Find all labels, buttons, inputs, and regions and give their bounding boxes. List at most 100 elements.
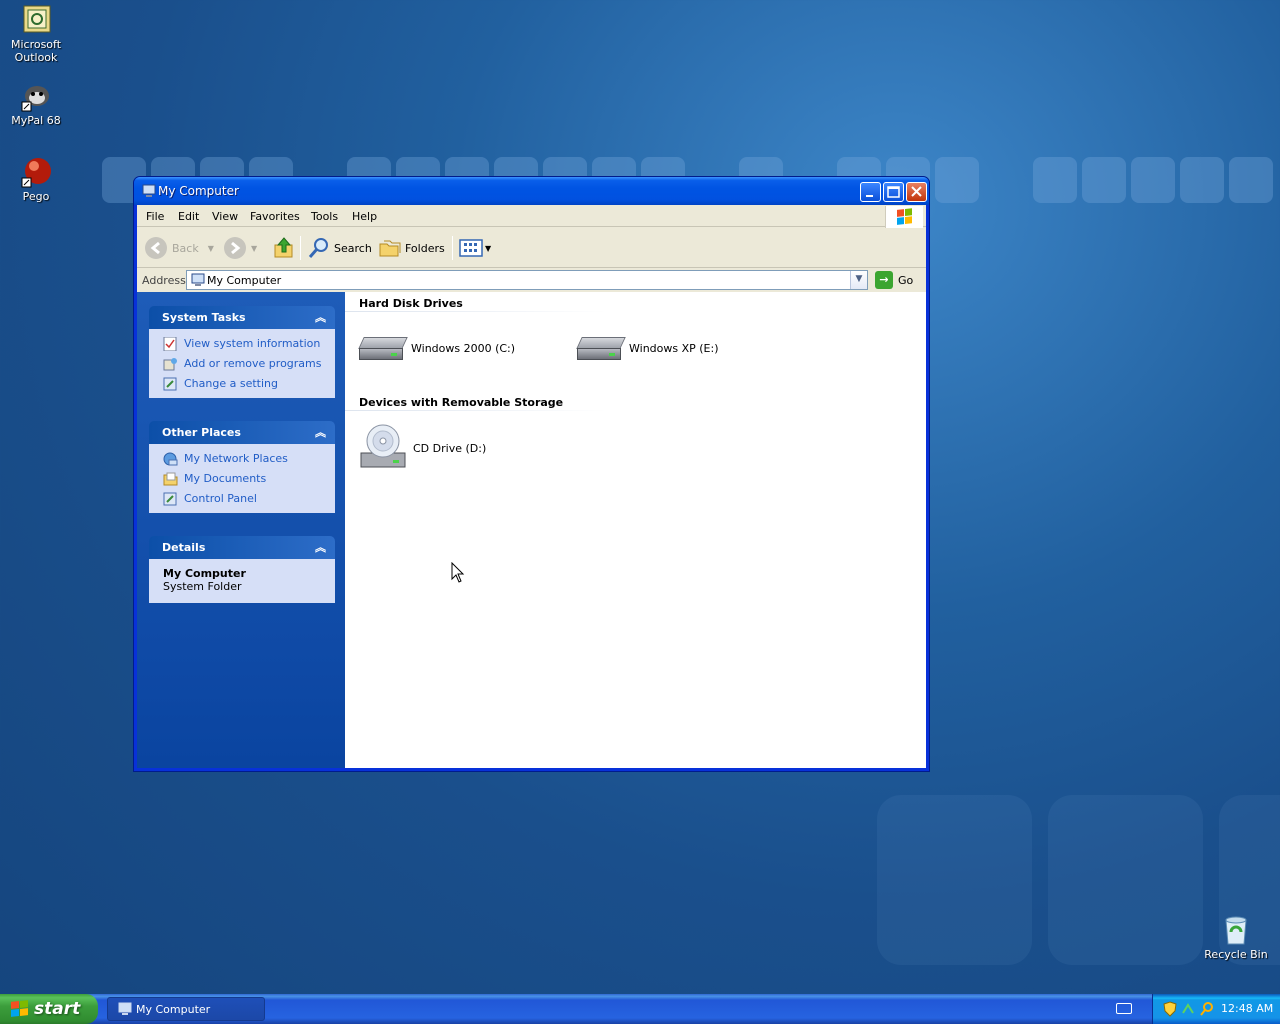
place-my-network-places[interactable]: My Network Places bbox=[149, 449, 335, 469]
minimize-button[interactable] bbox=[860, 182, 881, 202]
address-value: My Computer bbox=[207, 274, 282, 287]
maximize-button[interactable] bbox=[883, 182, 904, 202]
desktop-icon-outlook[interactable]: Microsoft Outlook bbox=[0, 4, 72, 64]
pego-icon bbox=[20, 156, 52, 188]
menu-favorites[interactable]: Favorites bbox=[250, 210, 300, 223]
back-arrow-icon bbox=[145, 237, 167, 259]
clock[interactable]: 12:48 AM bbox=[1221, 1002, 1273, 1015]
task-label: View system information bbox=[184, 337, 321, 350]
panel-title: System Tasks bbox=[162, 311, 246, 324]
system-tray: 12:48 AM bbox=[1152, 994, 1280, 1024]
taskbar-window-label: My Computer bbox=[136, 1003, 211, 1016]
drive-label: Windows XP (E:) bbox=[629, 341, 719, 355]
drive-label: CD Drive (D:) bbox=[413, 441, 487, 455]
mouse-cursor-icon bbox=[451, 562, 465, 583]
up-folder-icon bbox=[274, 237, 293, 258]
chevron-down-icon: ▼ bbox=[251, 243, 258, 253]
chevron-up-icon[interactable]: ︽ bbox=[315, 309, 326, 325]
menu-file[interactable]: File bbox=[146, 210, 164, 223]
menu-edit[interactable]: Edit bbox=[178, 210, 199, 223]
go-arrow-icon: → bbox=[875, 271, 893, 289]
computer-icon bbox=[118, 1002, 132, 1015]
hard-drive-icon bbox=[358, 333, 408, 363]
cd-drive-icon bbox=[360, 424, 406, 468]
folders-button[interactable]: Folders bbox=[378, 235, 445, 261]
chevron-down-icon: ▼ bbox=[855, 274, 863, 284]
search-button[interactable]: Search bbox=[307, 235, 372, 261]
close-button[interactable] bbox=[906, 182, 927, 202]
windows-flag-icon bbox=[897, 208, 913, 225]
views-button[interactable]: ▼ bbox=[459, 235, 491, 261]
menu-view[interactable]: View bbox=[212, 210, 238, 223]
place-my-documents[interactable]: My Documents bbox=[149, 469, 335, 489]
menu-help[interactable]: Help bbox=[352, 210, 377, 223]
system-tasks-panel: System Tasks ︽ View system information A… bbox=[149, 306, 335, 398]
control-panel-icon bbox=[163, 377, 177, 391]
other-places-panel: Other Places ︽ My Network Places My Docu… bbox=[149, 421, 335, 513]
task-label: Control Panel bbox=[184, 492, 257, 505]
desktop-icon-mypal[interactable]: MyPal 68 bbox=[0, 80, 72, 127]
place-control-panel[interactable]: Control Panel bbox=[149, 489, 335, 509]
address-bar: Address My Computer ▼ → Go bbox=[137, 269, 926, 291]
taskbar: start My Computer 12:48 AM bbox=[0, 994, 1280, 1024]
search-label: Search bbox=[334, 241, 372, 255]
system-tasks-header[interactable]: System Tasks ︽ bbox=[149, 306, 335, 329]
details-header[interactable]: Details ︽ bbox=[149, 536, 335, 559]
computer-icon bbox=[191, 273, 205, 286]
desktop-icon-pego[interactable]: Pego bbox=[0, 156, 72, 203]
mypal-icon bbox=[20, 80, 52, 112]
taskbar-window-my-computer[interactable]: My Computer bbox=[107, 997, 265, 1021]
drive-d[interactable]: CD Drive (D:) bbox=[359, 423, 486, 473]
menu-tools[interactable]: Tools bbox=[311, 210, 338, 223]
title-bar[interactable]: My Computer bbox=[134, 177, 929, 205]
details-panel: Details ︽ My Computer System Folder bbox=[149, 536, 335, 603]
folders-icon bbox=[379, 240, 401, 257]
content-pane: Hard Disk Drives Windows 2000 (C:) Windo… bbox=[345, 292, 926, 768]
folders-label: Folders bbox=[405, 241, 445, 255]
search-icon[interactable] bbox=[1199, 1001, 1213, 1017]
task-label: My Documents bbox=[184, 472, 267, 485]
desktop-icon-label: Pego bbox=[22, 190, 50, 203]
drive-c[interactable]: Windows 2000 (C:) bbox=[358, 333, 515, 363]
desktop-icon-recycle-bin[interactable]: Recycle Bin bbox=[1200, 914, 1272, 961]
standard-toolbar: Back ▼ ▼ Search Folders ▼ bbox=[137, 228, 926, 268]
chevron-down-icon: ▼ bbox=[207, 243, 214, 253]
group-divider bbox=[345, 410, 607, 411]
panel-title: Details bbox=[162, 541, 206, 554]
task-change-setting[interactable]: Change a setting bbox=[149, 374, 335, 394]
other-places-header[interactable]: Other Places ︽ bbox=[149, 421, 335, 444]
my-computer-window: My Computer File Edit View Favorites Too… bbox=[133, 176, 930, 772]
documents-folder-icon bbox=[163, 472, 178, 486]
group-divider bbox=[345, 311, 607, 312]
task-add-remove-programs[interactable]: Add or remove programs bbox=[149, 354, 335, 374]
up-folder-button[interactable] bbox=[272, 235, 296, 261]
forward-button[interactable]: ▼ bbox=[224, 235, 257, 261]
address-dropdown-button[interactable]: ▼ bbox=[850, 271, 867, 289]
minimize-icon bbox=[866, 195, 873, 197]
desktop-icon-label: Microsoft Outlook bbox=[10, 38, 62, 64]
drive-e[interactable]: Windows XP (E:) bbox=[576, 333, 719, 363]
maximize-icon bbox=[887, 186, 900, 198]
start-button[interactable]: start bbox=[0, 994, 98, 1024]
back-button[interactable]: Back ▼ bbox=[145, 235, 214, 261]
close-icon bbox=[911, 186, 922, 197]
security-shield-icon[interactable] bbox=[1163, 1001, 1177, 1017]
go-button[interactable]: → Go bbox=[875, 271, 913, 289]
task-label: Add or remove programs bbox=[184, 357, 322, 370]
recycle-bin-icon bbox=[1220, 914, 1252, 946]
views-icon bbox=[459, 239, 483, 257]
chevron-up-icon[interactable]: ︽ bbox=[315, 539, 326, 555]
network-tray-icon[interactable] bbox=[1181, 1001, 1195, 1017]
desktop-icon-label: MyPal 68 bbox=[11, 114, 61, 127]
add-remove-programs-icon bbox=[163, 358, 177, 371]
start-label: start bbox=[34, 999, 81, 1019]
chevron-up-icon[interactable]: ︽ bbox=[315, 424, 326, 440]
task-label: Change a setting bbox=[184, 377, 278, 390]
task-view-system-information[interactable]: View system information bbox=[149, 334, 335, 354]
address-input[interactable]: My Computer ▼ bbox=[186, 270, 868, 290]
back-label: Back bbox=[172, 241, 199, 255]
task-pane: System Tasks ︽ View system information A… bbox=[137, 292, 345, 768]
menu-bar: File Edit View Favorites Tools Help bbox=[137, 205, 926, 228]
keyboard-language-icon[interactable] bbox=[1116, 1003, 1132, 1014]
window-title: My Computer bbox=[158, 184, 239, 198]
